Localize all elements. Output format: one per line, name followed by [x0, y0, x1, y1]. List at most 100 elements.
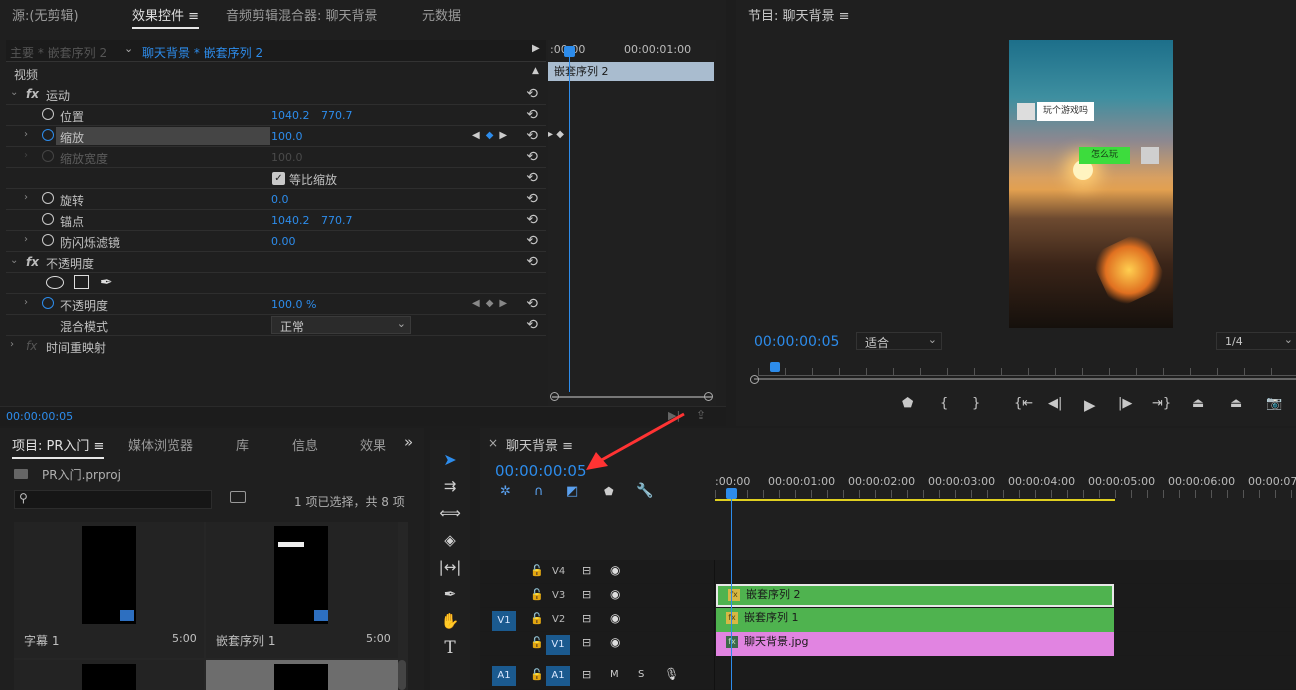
program-title[interactable]: 节目: 聊天背景 ≡	[748, 5, 850, 24]
stopwatch-active-icon[interactable]	[42, 129, 54, 141]
mark-out-icon[interactable]: }	[972, 396, 980, 411]
razor-tool-icon[interactable]: ◈	[436, 528, 464, 552]
track-select-tool-icon[interactable]: ⇉	[436, 474, 464, 498]
mini-playhead-handle[interactable]	[564, 46, 575, 57]
tab-info[interactable]: 信息	[292, 435, 318, 454]
play-icon[interactable]: ▶	[1084, 396, 1096, 414]
source-a1-toggle[interactable]: A1	[492, 666, 516, 686]
eye-icon[interactable]: ◉	[610, 635, 620, 649]
opacity-value[interactable]: 100.0 %	[271, 298, 316, 311]
chevron-down-icon[interactable]: ⌄	[124, 42, 133, 55]
mark-in-icon[interactable]: {	[940, 396, 948, 411]
stopwatch-icon[interactable]	[42, 234, 54, 246]
mini-playhead-line[interactable]	[569, 52, 570, 392]
chevron-right-icon[interactable]: ›	[24, 297, 28, 308]
panel-menu-icon[interactable]: ≡	[562, 439, 573, 454]
selection-tool-icon[interactable]: ➤	[436, 448, 464, 472]
anchor-x-value[interactable]: 1040.2	[271, 214, 310, 227]
flicker-value[interactable]: 0.00	[271, 235, 296, 248]
anchor-row[interactable]: 锚点 1040.2 770.7 ⟲	[6, 210, 546, 231]
lift-icon[interactable]: ⏏	[1192, 396, 1204, 411]
reset-icon[interactable]: ⟲	[526, 317, 538, 333]
ripple-edit-tool-icon[interactable]: ⟺	[436, 501, 464, 525]
track-a1[interactable]: A1 🔓 A1 ⊟ M S 🎙	[480, 662, 1296, 690]
chevron-right-icon[interactable]: ›	[24, 234, 28, 245]
blend-mode-row[interactable]: 混合模式 正常 ⌄ ⟲	[6, 315, 546, 336]
tab-project[interactable]: 项目: PR入门 ≡	[12, 435, 105, 459]
chevron-down-icon[interactable]: ⌄	[10, 255, 18, 266]
scrubber-left-handle[interactable]	[750, 375, 759, 384]
extract-icon[interactable]: ⏏	[1230, 396, 1242, 411]
project-item-thumb-4[interactable]	[206, 660, 398, 690]
scroll-handle-left[interactable]	[550, 392, 559, 401]
time-remap-row[interactable]: › fx 时间重映射	[6, 336, 546, 357]
more-tabs-icon[interactable]: »	[404, 433, 413, 451]
sync-lock-icon[interactable]: ⊟	[582, 668, 591, 681]
uniform-scale-checkbox[interactable]: ✓	[272, 172, 285, 185]
source-v1-toggle[interactable]: V1	[492, 611, 516, 631]
mini-scroll-bar[interactable]	[552, 396, 712, 398]
scrubber-bar[interactable]	[754, 378, 1296, 380]
stopwatch-icon[interactable]	[42, 213, 54, 225]
reset-icon[interactable]: ⟲	[526, 170, 538, 186]
stopwatch-icon[interactable]	[42, 108, 54, 120]
sync-lock-icon[interactable]: ⊟	[582, 636, 591, 649]
marker-icon[interactable]: ⬟	[902, 396, 913, 411]
tab-media-browser[interactable]: 媒体浏览器	[128, 435, 193, 454]
reset-icon[interactable]: ⟲	[526, 149, 538, 165]
scale-row[interactable]: › 缩放 100.0 ◀◆▶ ⟲	[6, 126, 546, 147]
snap-icon[interactable]: ∩	[534, 484, 544, 499]
fit-select[interactable]: 适合 ⌄	[856, 332, 942, 350]
track-a1-label[interactable]: A1	[546, 666, 570, 686]
project-search-input[interactable]: ⚲	[14, 490, 212, 509]
master-clip-label[interactable]: 主要 * 嵌套序列 2	[10, 44, 107, 61]
keyframe-diamond-icon[interactable]: ▸ ◆	[548, 129, 564, 140]
sync-lock-icon[interactable]: ⊟	[582, 612, 591, 625]
wrench-icon[interactable]: 🔧	[636, 483, 653, 499]
scroll-handle-right[interactable]	[704, 392, 713, 401]
lock-icon[interactable]: 🔓	[530, 612, 544, 625]
lock-icon[interactable]: 🔓	[530, 668, 544, 681]
tab-library[interactable]: 库	[236, 435, 249, 454]
position-row[interactable]: 位置 1040.2 770.7 ⟲	[6, 105, 546, 126]
go-to-in-icon[interactable]: {⇤	[1014, 396, 1033, 411]
nested-clip-bar[interactable]: 嵌套序列 2	[548, 62, 714, 81]
program-timecode[interactable]: 00:00:00:05	[754, 334, 839, 350]
scale-value[interactable]: 100.0	[271, 130, 303, 143]
timeline-playhead-line[interactable]	[731, 492, 732, 690]
rotation-value[interactable]: 0.0	[271, 193, 289, 206]
step-back-icon[interactable]: ◀|	[1048, 396, 1062, 411]
track-v4[interactable]: 🔓 V4 ⊟ ◉	[480, 560, 1296, 584]
rotation-row[interactable]: › 旋转 0.0 ⟲	[6, 189, 546, 210]
chevron-right-icon[interactable]: ›	[24, 129, 28, 140]
quality-select[interactable]: 1/4 ⌄	[1216, 332, 1296, 350]
uniform-scale-row[interactable]: ✓ 等比缩放 ⟲	[6, 168, 546, 189]
clip-chat-background[interactable]: fx 聊天背景.jpg	[716, 632, 1114, 656]
tab-effect-controls[interactable]: 效果控件 ≡	[132, 5, 200, 29]
type-tool-icon[interactable]: T	[436, 636, 464, 660]
reset-icon[interactable]: ⟲	[526, 107, 538, 123]
lock-icon[interactable]: 🔓	[530, 636, 544, 649]
hand-tool-icon[interactable]: ✋	[436, 609, 464, 633]
reset-icon[interactable]: ⟲	[526, 212, 538, 228]
timeline-timecode[interactable]: 00:00:00:05	[495, 462, 587, 480]
reset-icon[interactable]: ⟲	[526, 254, 538, 270]
clip-nested-2[interactable]: fx 嵌套序列 2	[716, 584, 1114, 607]
camera-icon[interactable]: 📷	[1266, 396, 1282, 411]
project-scrollbar[interactable]	[398, 660, 406, 690]
timeline-playhead-handle[interactable]	[726, 488, 737, 499]
project-item-thumb-3[interactable]	[14, 660, 204, 690]
keyframe-nav-icon[interactable]: ◀◆▶	[472, 298, 513, 309]
tab-effects[interactable]: 效果	[360, 435, 386, 454]
rectangle-mask-icon[interactable]	[74, 275, 89, 289]
microphone-icon[interactable]: 🎙	[664, 667, 679, 681]
add-marker-icon[interactable]: ⬟	[604, 485, 614, 498]
timeline-ruler[interactable]: :00:00 00:00:01:00 00:00:02:00 00:00:03:…	[715, 468, 1296, 504]
track-v1-label[interactable]: V1	[546, 635, 570, 655]
clip-name-label[interactable]: 聊天背景 * 嵌套序列 2	[142, 44, 263, 61]
tab-audio-mixer[interactable]: 音频剪辑混合器: 聊天背景	[226, 5, 378, 24]
flicker-row[interactable]: › 防闪烁滤镜 0.00 ⟲	[6, 231, 546, 252]
program-scrubber[interactable]	[748, 360, 1296, 384]
opacity-row[interactable]: › 不透明度 100.0 % ◀◆▶ ⟲	[6, 294, 546, 315]
pen-mask-icon[interactable]: ✒	[100, 273, 113, 291]
